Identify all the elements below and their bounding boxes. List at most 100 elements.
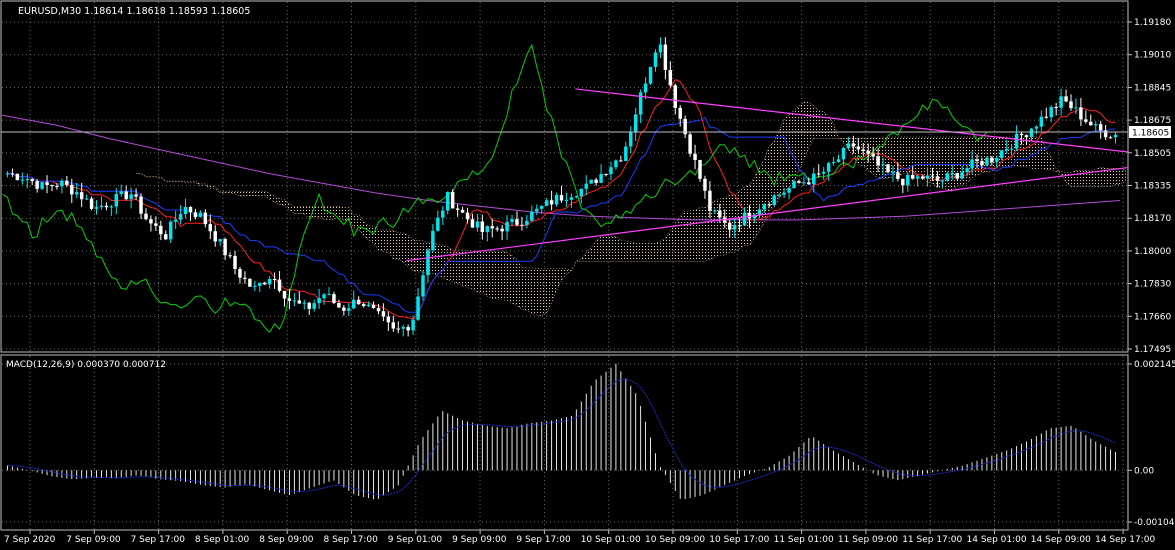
bull-candle [510, 219, 514, 222]
bear-candle [262, 282, 267, 285]
bull-candle [129, 194, 133, 200]
y-tick-label: 1.18170 [1134, 214, 1171, 224]
bull-candle [831, 162, 836, 164]
x-tick-label: 8 Sep 01:00 [195, 535, 250, 545]
bear-candle [213, 231, 217, 242]
bull-candle [84, 198, 89, 200]
bull-candle [915, 176, 920, 179]
bull-candle [40, 182, 44, 189]
bear-candle [1019, 133, 1024, 136]
bull-candle [347, 308, 351, 311]
bull-candle [485, 226, 490, 233]
bull-candle [173, 219, 178, 222]
bull-candle [352, 299, 356, 309]
bear-candle [604, 173, 608, 175]
bull-candle [317, 298, 321, 304]
bear-candle [465, 212, 470, 220]
x-tick-label: 8 Sep 09:00 [259, 535, 314, 545]
bear-candle [460, 209, 465, 213]
bull-candle [579, 188, 584, 197]
bear-candle [35, 181, 39, 189]
bear-candle [480, 221, 485, 233]
bear-candle [673, 85, 678, 108]
bear-candle [1079, 107, 1083, 120]
bull-candle [253, 285, 257, 287]
bull-candle [475, 221, 480, 228]
bear-candle [901, 178, 905, 186]
bull-candle [742, 212, 747, 226]
bull-candle [624, 146, 628, 161]
bull-candle [609, 167, 613, 175]
bear-candle [1103, 130, 1108, 138]
bull-candle [431, 230, 435, 251]
bull-candle [925, 175, 930, 179]
bear-candle [520, 224, 524, 226]
bear-candle [139, 196, 143, 214]
bear-candle [747, 212, 752, 219]
bull-candle [881, 164, 885, 166]
bull-candle [757, 209, 762, 215]
y-tick-label: 1.18000 [1134, 247, 1171, 257]
bear-candle [1064, 96, 1068, 102]
bear-candle [342, 307, 346, 311]
bull-candle [292, 300, 297, 302]
bear-candle [549, 200, 554, 205]
bull-candle [846, 143, 851, 148]
bull-candle [1039, 116, 1044, 127]
y-tick-label: 1.17495 [1134, 345, 1171, 355]
x-tick-label: 7 Sep 09:00 [66, 535, 121, 545]
bear-candle [371, 304, 376, 308]
bear-candle [980, 161, 984, 166]
bear-candle [30, 179, 34, 182]
bear-candle [233, 255, 237, 269]
y-tick-label: 1.19010 [1134, 51, 1171, 61]
x-tick-label: 10 Sep 01:00 [581, 535, 641, 545]
bear-candle [356, 299, 361, 305]
bear-candle [797, 181, 801, 183]
bull-candle [258, 282, 262, 286]
bear-candle [470, 219, 475, 228]
bull-candle [569, 197, 574, 200]
bear-candle [1024, 135, 1029, 137]
bear-candle [816, 173, 821, 175]
bull-candle [960, 172, 964, 179]
bull-candle [99, 205, 104, 208]
bear-candle [164, 234, 168, 240]
x-tick-label: 9 Sep 09:00 [452, 535, 507, 545]
bull-candle [168, 221, 173, 240]
bear-candle [559, 194, 564, 201]
bull-candle [198, 212, 203, 218]
bear-candle [124, 191, 128, 200]
bull-candle [940, 180, 945, 182]
bull-candle [826, 163, 831, 172]
bear-candle [386, 316, 391, 323]
bull-candle [732, 225, 737, 230]
bear-candle [990, 157, 994, 162]
y-tick-label: 1.17830 [1134, 280, 1171, 290]
bull-candle [445, 191, 450, 211]
bull-candle [564, 199, 569, 201]
bull-candle [891, 172, 895, 174]
y-tick-label: 1.17660 [1134, 312, 1171, 322]
bear-candle [935, 176, 940, 181]
bull-candle [525, 220, 529, 225]
bull-candle [267, 278, 272, 285]
bull-candle [965, 168, 969, 173]
bear-candle [15, 173, 20, 181]
bear-candle [975, 159, 979, 162]
bear-candle [70, 184, 74, 195]
bull-candle [530, 211, 534, 221]
x-tick-label: 9 Sep 01:00 [388, 535, 443, 545]
bear-candle [920, 176, 925, 179]
bull-candle [802, 182, 806, 184]
chart-window[interactable]: EURUSD,M30 1.18614 1.18618 1.18593 1.186… [0, 0, 1175, 550]
x-tick-label: 11 Sep 01:00 [774, 535, 834, 545]
bear-candle [282, 290, 287, 299]
bull-candle [906, 174, 910, 186]
bear-candle [45, 182, 49, 185]
bear-candle [376, 307, 381, 312]
bear-candle [688, 134, 692, 154]
bear-candle [910, 174, 915, 179]
bear-candle [272, 278, 277, 280]
bear-candle [65, 180, 69, 185]
